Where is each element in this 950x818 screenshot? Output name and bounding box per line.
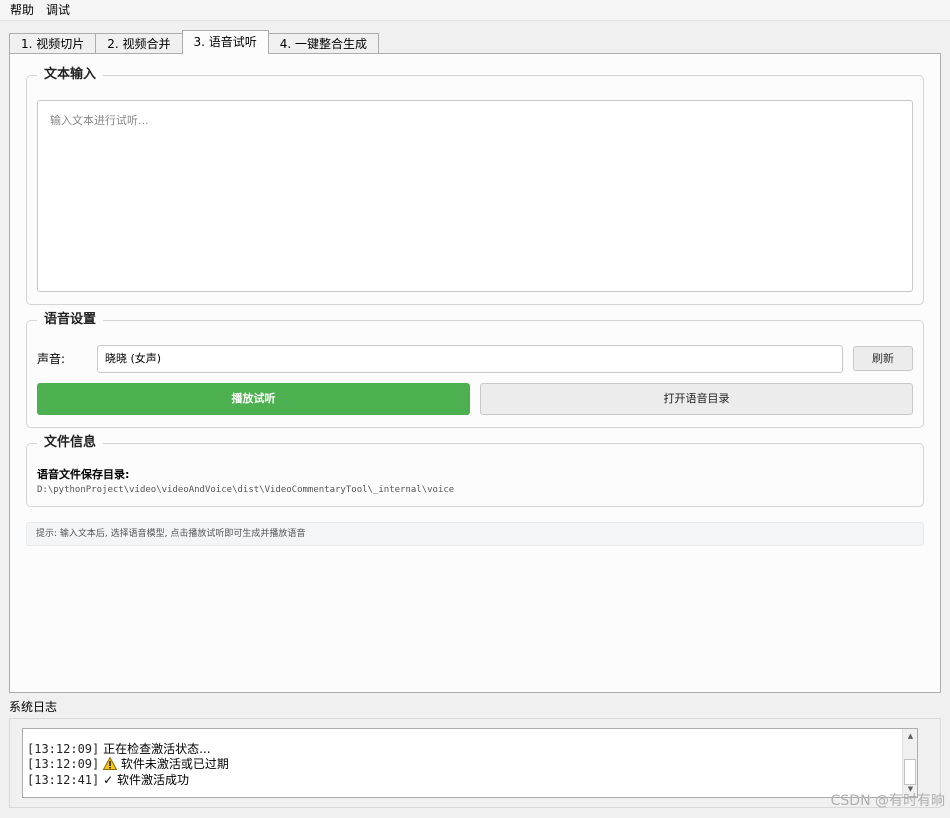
warning-icon	[102, 755, 118, 774]
file-info-title: 文件信息	[37, 435, 104, 451]
log-time: [13:12:09]	[27, 742, 100, 756]
scroll-up-icon[interactable]: ▲	[904, 730, 917, 743]
open-voice-dir-button[interactable]: 打开语音目录	[480, 383, 913, 415]
tab-one-click-generate[interactable]: 4. 一键整合生成	[267, 33, 380, 54]
text-input-area[interactable]: 输入文本进行试听...	[37, 100, 913, 292]
menu-bar: 帮助 调试	[0, 0, 950, 21]
log-text: 软件未激活或已过期	[120, 756, 229, 771]
log-textbox[interactable]: [13:12:09] 正在检查激活状态... [13:12:09] 软件未激活或…	[22, 728, 918, 798]
refresh-button[interactable]: 刷新	[853, 346, 913, 371]
log-text: 正在检查激活状态...	[103, 742, 211, 756]
scroll-thumb[interactable]	[904, 759, 916, 785]
text-input-group: 文本输入 输入文本进行试听...	[26, 67, 924, 305]
menu-debug[interactable]: 调试	[40, 0, 76, 21]
save-dir-label: 语音文件保存目录:	[37, 468, 130, 481]
voice-settings-group: 语音设置 声音: 晓晓 (女声) 刷新 播放试听 打开语音目录	[26, 312, 924, 428]
log-scrollbar[interactable]: ▲ ▼	[902, 729, 917, 797]
log-time: [13:12:41]	[27, 773, 100, 787]
log-panel: [13:12:09] 正在检查激活状态... [13:12:09] 软件未激活或…	[9, 718, 941, 808]
watermark: CSDN @有时有晌	[830, 793, 945, 809]
file-info-group: 文件信息 语音文件保存目录: D:\pythonProject\video\vi…	[26, 435, 924, 507]
log-line: [13:12:09] 软件未激活或已过期	[27, 755, 913, 774]
log-title: 系统日志	[9, 700, 58, 714]
tab-video-slice[interactable]: 1. 视频切片	[9, 33, 97, 54]
voice-label: 声音:	[37, 352, 66, 366]
voice-select[interactable]: 晓晓 (女声)	[97, 345, 843, 373]
tab-voice-preview[interactable]: 3. 语音试听	[181, 30, 269, 54]
tab-bar: 1. 视频切片 2. 视频合并 3. 语音试听 4. 一键整合生成	[9, 30, 380, 54]
save-dir-path: D:\pythonProject\video\videoAndVoice\dis…	[37, 485, 455, 495]
text-input-title: 文本输入	[37, 67, 104, 83]
log-line: [13:12:09] 正在检查激活状态...	[27, 742, 913, 757]
check-icon: ✓	[103, 773, 114, 787]
play-preview-button[interactable]: 播放试听	[37, 383, 470, 415]
log-time: [13:12:09]	[27, 756, 100, 771]
menu-help[interactable]: 帮助	[4, 0, 40, 21]
tab-video-merge[interactable]: 2. 视频合并	[95, 33, 183, 54]
voice-settings-title: 语音设置	[37, 312, 104, 328]
log-line: [13:12:41] ✓ 软件激活成功	[27, 773, 913, 788]
tab-panel: 文本输入 输入文本进行试听... 语音设置 声音: 晓晓 (女声) 刷新 播放试…	[9, 53, 941, 693]
hint-text: 提示: 输入文本后, 选择语音模型, 点击播放试听即可生成并播放语音	[26, 522, 924, 546]
log-text: 软件激活成功	[116, 773, 189, 787]
